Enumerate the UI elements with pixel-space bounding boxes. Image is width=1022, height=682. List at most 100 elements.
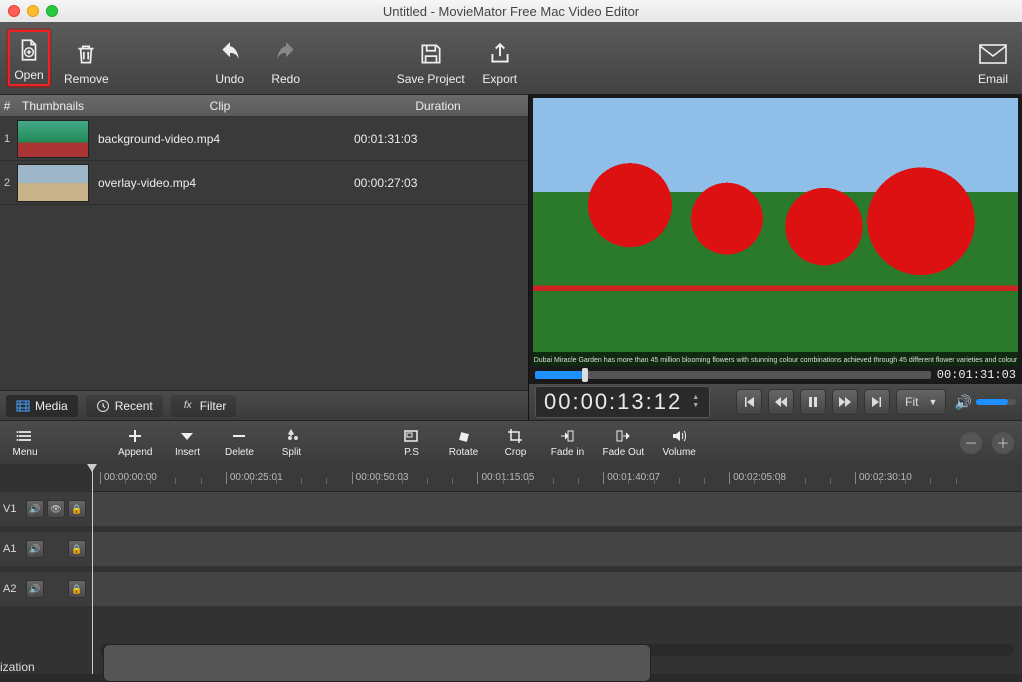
export-label: Export <box>482 72 517 86</box>
skip-end-button[interactable] <box>864 389 890 415</box>
split-button[interactable]: Split <box>274 427 308 458</box>
track-label: V1 <box>3 503 23 515</box>
undo-button[interactable]: Undo <box>209 30 251 86</box>
zoom-out-button[interactable]: － <box>960 432 982 454</box>
preview-viewport[interactable]: Dubai Miracle Garden has more than 45 mi… <box>533 98 1018 366</box>
menu-label: Menu <box>12 447 37 458</box>
clock-icon <box>96 399 110 413</box>
volume-label: Volume <box>663 447 696 458</box>
track-header: A1 🔊 🔒 <box>0 532 92 566</box>
tab-recent[interactable]: Recent <box>86 395 163 417</box>
email-label: Email <box>978 72 1008 86</box>
timecode-display[interactable]: 00:00:13:12 ▲▼ <box>535 386 710 418</box>
preview-panel: Dubai Miracle Garden has more than 45 mi… <box>528 94 1022 420</box>
fast-forward-button[interactable] <box>832 389 858 415</box>
preview-scrubber[interactable] <box>535 371 931 379</box>
rotate-label: Rotate <box>449 447 478 458</box>
lock-toggle[interactable]: 🔒 <box>68 580 86 598</box>
skip-start-button[interactable] <box>736 389 762 415</box>
ruler-tick: 00:00:50:03 <box>352 472 409 484</box>
append-button[interactable]: Append <box>118 427 152 458</box>
preview-zoom-select[interactable]: Fit ▼ <box>896 389 946 415</box>
open-button[interactable]: Open <box>8 30 50 86</box>
scrubber-progress <box>535 371 582 379</box>
ps-button[interactable]: P.S <box>394 427 428 458</box>
save-label: Save Project <box>397 72 465 86</box>
save-icon <box>417 40 445 68</box>
track-label: A1 <box>3 543 23 555</box>
zoom-in-button[interactable]: ＋ <box>992 432 1014 454</box>
timeline-toolbar: Menu Append Insert Delete Split P.S Rota… <box>0 420 1022 464</box>
clip-duration: 00:01:31:03 <box>348 132 528 146</box>
fade-out-icon <box>614 427 632 445</box>
track-v1[interactable]: V1 🔊 👁 🔒 <box>0 492 1022 526</box>
volume-button[interactable]: Volume <box>662 427 696 458</box>
mute-toggle[interactable]: 🔊 <box>26 580 44 598</box>
rewind-button[interactable] <box>768 389 794 415</box>
playhead[interactable] <box>92 464 93 674</box>
visibility-toggle[interactable]: 👁 <box>47 500 65 518</box>
email-button[interactable]: Email <box>972 30 1014 86</box>
mute-toggle[interactable]: 🔊 <box>26 540 44 558</box>
tab-filter[interactable]: fx Filter <box>171 395 237 417</box>
track-lane[interactable] <box>92 532 1022 566</box>
timeline-ruler[interactable]: 00:00:00:00 00:00:25:01 00:00:50:03 00:01:1… <box>92 464 1022 492</box>
fade-in-button[interactable]: Fade in <box>550 427 584 458</box>
fade-out-button[interactable]: Fade Out <box>602 427 644 458</box>
delete-button[interactable]: Delete <box>222 427 256 458</box>
clip-name: background-video.mp4 <box>92 132 348 146</box>
rotate-button[interactable]: Rotate <box>446 427 480 458</box>
media-tabs: Media Recent fx Filter <box>0 390 528 420</box>
scrubber-handle[interactable] <box>582 368 588 382</box>
clip-thumbnail <box>17 164 89 202</box>
remove-button[interactable]: Remove <box>64 30 109 86</box>
track-lane[interactable] <box>92 572 1022 606</box>
timeline-h-scrollbar[interactable] <box>100 644 1014 656</box>
delete-label: Delete <box>225 447 254 458</box>
tab-media[interactable]: Media <box>6 395 78 417</box>
menu-icon <box>16 427 34 445</box>
export-button[interactable]: Export <box>479 30 521 86</box>
insert-button[interactable]: Insert <box>170 427 204 458</box>
position-size-icon <box>402 427 420 445</box>
remove-label: Remove <box>64 72 109 86</box>
export-icon <box>486 40 514 68</box>
col-index: # <box>0 99 14 113</box>
fade-in-icon <box>558 427 576 445</box>
lock-toggle[interactable]: 🔒 <box>68 500 86 518</box>
speaker-icon <box>670 427 688 445</box>
timecode-stepper[interactable]: ▲▼ <box>692 395 701 409</box>
timeline: 00:00:00:00 00:00:25:01 00:00:50:03 00:01:1… <box>0 464 1022 674</box>
filmstrip-icon <box>16 399 30 413</box>
window-titlebar: Untitled - MovieMator Free Mac Video Edi… <box>0 0 1022 22</box>
clip-row[interactable]: 1 background-video.mp4 00:01:31:03 <box>0 117 528 161</box>
scrollbar-thumb[interactable] <box>103 644 651 682</box>
chevron-down-icon: ▼ <box>929 397 938 407</box>
col-clip[interactable]: Clip <box>92 99 348 113</box>
redo-button[interactable]: Redo <box>265 30 307 86</box>
col-thumbnails[interactable]: Thumbnails <box>14 99 92 113</box>
fx-icon: fx <box>181 399 195 413</box>
ps-label: P.S <box>404 447 419 458</box>
clip-duration: 00:00:27:03 <box>348 176 528 190</box>
preview-zoom-value: Fit <box>905 395 918 409</box>
track-a1[interactable]: A1 🔊 🔒 <box>0 532 1022 566</box>
mail-icon <box>979 40 1007 68</box>
tab-recent-label: Recent <box>115 399 153 413</box>
ruler-tick: 00:00:00:00 <box>100 472 157 484</box>
col-duration[interactable]: Duration <box>348 99 528 113</box>
save-project-button[interactable]: Save Project <box>397 30 465 86</box>
track-a2[interactable]: A2 🔊 🔒 <box>0 572 1022 606</box>
pause-button[interactable] <box>800 389 826 415</box>
volume-icon[interactable]: 🔊 <box>955 394 972 411</box>
mute-toggle[interactable]: 🔊 <box>26 500 44 518</box>
timeline-menu-button[interactable]: Menu <box>8 427 42 458</box>
volume-slider[interactable] <box>976 399 1016 405</box>
track-lane[interactable] <box>92 492 1022 526</box>
ruler-tick: 00:01:15:05 <box>477 472 534 484</box>
lock-toggle[interactable]: 🔒 <box>68 540 86 558</box>
clip-row[interactable]: 2 overlay-video.mp4 00:00:27:03 <box>0 161 528 205</box>
undo-icon <box>216 40 244 68</box>
ruler-tick: 00:00:25:01 <box>226 472 283 484</box>
crop-button[interactable]: Crop <box>498 427 532 458</box>
